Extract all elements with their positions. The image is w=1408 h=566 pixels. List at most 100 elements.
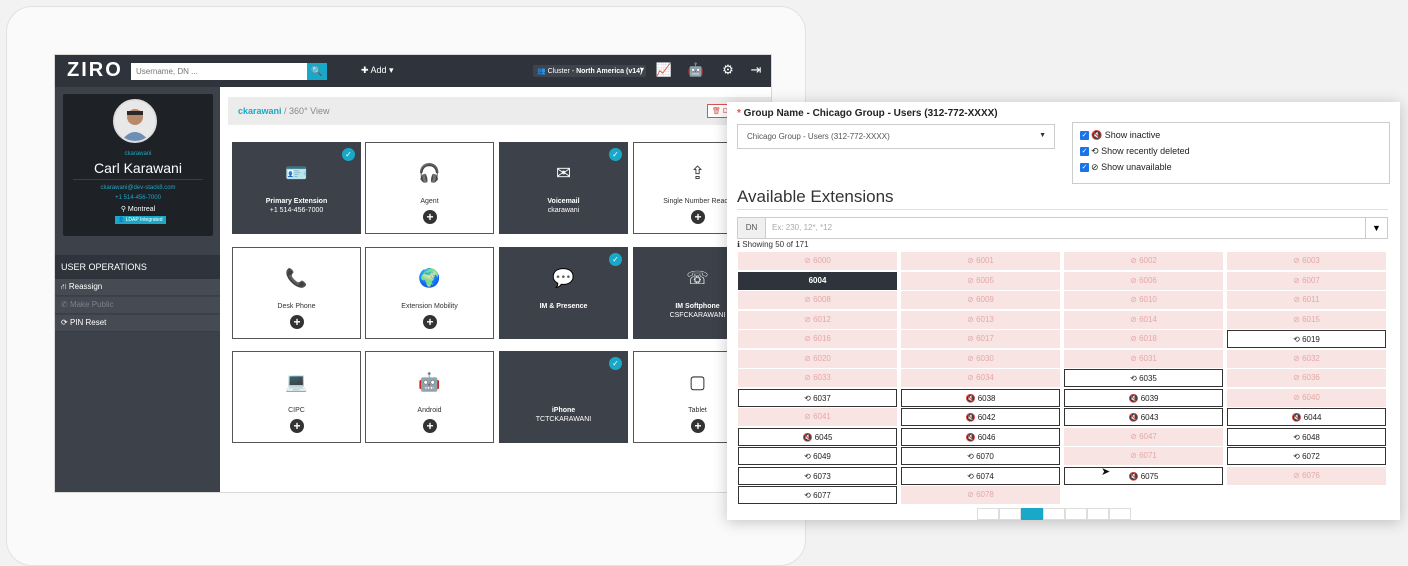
ext-status-icon: ⊘ (1293, 470, 1303, 480)
search-input[interactable] (131, 63, 307, 80)
ext-number: 6045 (814, 432, 833, 442)
device-tile[interactable]: 📞 Desk Phone + (232, 247, 361, 339)
page-button[interactable] (1087, 508, 1109, 520)
extension-6037[interactable]: ⟲ 6037 (738, 388, 897, 407)
extension-6019[interactable]: ⟲ 6019 (1227, 330, 1386, 348)
page-button[interactable] (1043, 508, 1065, 520)
ext-status-icon: ⟲ (1293, 452, 1303, 461)
extension-6039[interactable]: 🔇 6039 (1064, 388, 1223, 407)
check-icon: ✓ (609, 357, 622, 370)
filter-icon[interactable]: ▼ (1365, 218, 1387, 238)
extension-6077[interactable]: ⟲ 6077 (738, 486, 897, 504)
extension-6002: ⊘ 6002 (1064, 252, 1223, 270)
breadcrumb-current: 360° View (289, 106, 330, 116)
extension-6016: ⊘ 6016 (738, 330, 897, 348)
device-tile[interactable]: 💬 IM & Presence ✓ (499, 247, 628, 339)
ext-number: 6014 (1139, 314, 1157, 324)
extension-6046[interactable]: 🔇 6046 (901, 427, 1060, 446)
ext-number: 6074 (976, 471, 994, 481)
extension-6075[interactable]: 🔇 6075 (1064, 466, 1223, 485)
page-button[interactable] (977, 508, 999, 520)
add-circle-icon[interactable]: + (423, 210, 437, 224)
add-circle-icon[interactable]: + (423, 419, 437, 433)
device-tile[interactable]: 🎧 Agent + (365, 142, 494, 234)
device-tile[interactable]: 🌍 Extension Mobility + (365, 247, 494, 339)
filter-option[interactable]: ✓ ⟲ Show recently deleted (1080, 146, 1382, 162)
cluster-name: North America (v14) (576, 68, 643, 75)
device-tile[interactable]: ✉ Voicemail ckarawani ✓ (499, 142, 628, 234)
checkbox-checked-icon[interactable]: ✓ (1080, 163, 1089, 173)
location-label: Montreal (127, 206, 156, 213)
add-menu[interactable]: ✚ Add ▾ (361, 65, 394, 76)
ext-number: 6010 (1139, 295, 1157, 304)
extension-6072[interactable]: ⟲ 6072 (1227, 447, 1386, 465)
page-button[interactable] (1065, 508, 1087, 520)
ldap-badge: 👤 LDAP Integrated (115, 216, 166, 224)
filter-option[interactable]: ✓ ⊘ Show unavailable (1080, 162, 1382, 178)
ext-status-icon: ⊘ (1293, 275, 1303, 285)
ext-status-icon: 🔇 (802, 432, 815, 442)
group-select[interactable]: Chicago Group - Users (312-772-XXXX) ▼ (737, 124, 1055, 149)
add-circle-icon[interactable]: + (691, 210, 705, 224)
extension-6073[interactable]: ⟲ 6073 (738, 466, 897, 485)
ext-number: 6046 (977, 432, 996, 442)
user-op-0[interactable]: ⛙ Reassign (55, 279, 220, 296)
profile-phone[interactable]: +1 514-456-7000 (63, 195, 213, 201)
extension-6070[interactable]: ⟲ 6070 (901, 447, 1060, 465)
extension-6074[interactable]: ⟲ 6074 (901, 466, 1060, 485)
ext-status-icon: ⟲ (1293, 432, 1303, 442)
ext-status-icon: ⟲ (967, 471, 977, 481)
page-button[interactable] (999, 508, 1021, 520)
ext-status-icon: 🔇 (1128, 393, 1141, 403)
ext-number: 6048 (1302, 432, 1320, 442)
chevron-down-icon[interactable]: ▾ (640, 65, 644, 74)
profile-email[interactable]: ckarawani@dev-stack8.com (63, 185, 213, 191)
required-marker: * (737, 108, 744, 119)
ext-number: 6006 (1139, 275, 1157, 285)
extension-6011: ⊘ 6011 (1227, 291, 1386, 309)
checkbox-checked-icon[interactable]: ✓ (1080, 147, 1089, 157)
extension-picker-panel: * Group Name - Chicago Group - Users (31… (727, 102, 1400, 520)
gear-icon[interactable]: ⚙ (719, 61, 737, 79)
extension-6004[interactable]: 6004 (738, 271, 897, 290)
device-tile[interactable]: iPhone TCTCKARAWANI ✓ (499, 351, 628, 443)
filter-option[interactable]: ✓ 🔇 Show inactive (1080, 130, 1382, 146)
page-button[interactable] (1109, 508, 1131, 520)
extension-6041: ⊘ 6041 (738, 408, 897, 426)
page-button-active[interactable] (1021, 508, 1043, 520)
add-circle-icon[interactable]: + (423, 315, 437, 329)
checkbox-checked-icon[interactable]: ✓ (1080, 131, 1089, 141)
ext-status-icon: ⊘ (1130, 314, 1140, 324)
extension-6043[interactable]: 🔇 6043 (1064, 408, 1223, 426)
extension-6007: ⊘ 6007 (1227, 271, 1386, 290)
extension-6038[interactable]: 🔇 6038 (901, 388, 1060, 407)
breadcrumb-user-link[interactable]: ckarawani (238, 106, 282, 116)
ext-number: 6076 (1302, 470, 1320, 480)
device-icon: 🌍 (418, 268, 441, 288)
extension-6049[interactable]: ⟲ 6049 (738, 447, 897, 465)
device-tile[interactable]: 💻 CIPC + (232, 351, 361, 443)
device-tile[interactable]: 🪪 Primary Extension +1 514-456-7000 ✓ (232, 142, 361, 234)
extension-6045[interactable]: 🔇 6045 (738, 427, 897, 446)
user-op-2[interactable]: ⟳ PIN Reset (55, 315, 220, 332)
search-button[interactable]: 🔍 (307, 63, 327, 80)
ext-status-icon: ⊘ (967, 490, 977, 499)
extension-6035[interactable]: ⟲ 6035 (1064, 369, 1223, 387)
extension-6044[interactable]: 🔇 6044 (1227, 408, 1386, 426)
logout-icon[interactable]: ⇥ (747, 61, 765, 79)
add-circle-icon[interactable]: + (691, 419, 705, 433)
option-label: Show recently deleted (1101, 146, 1190, 156)
robot-icon[interactable]: 🤖 (687, 61, 705, 79)
showing-count-text: Showing 50 of 171 (742, 240, 809, 249)
add-circle-icon[interactable]: + (290, 419, 304, 433)
user-op-1[interactable]: ✆ Make Public (55, 297, 220, 314)
dn-search-input[interactable]: Ex: 230, 12*, *12 (772, 223, 832, 232)
cluster-selector[interactable]: 👥 Cluster - North America (v14) (533, 65, 647, 77)
chart-icon[interactable]: 📈 (655, 61, 673, 79)
device-icon: 🎧 (418, 163, 441, 183)
device-tile[interactable]: 🤖 Android + (365, 351, 494, 443)
extension-6042[interactable]: 🔇 6042 (901, 408, 1060, 426)
extension-6048[interactable]: ⟲ 6048 (1227, 427, 1386, 446)
add-circle-icon[interactable]: + (290, 315, 304, 329)
ext-status-icon: ⊘ (1293, 314, 1303, 324)
